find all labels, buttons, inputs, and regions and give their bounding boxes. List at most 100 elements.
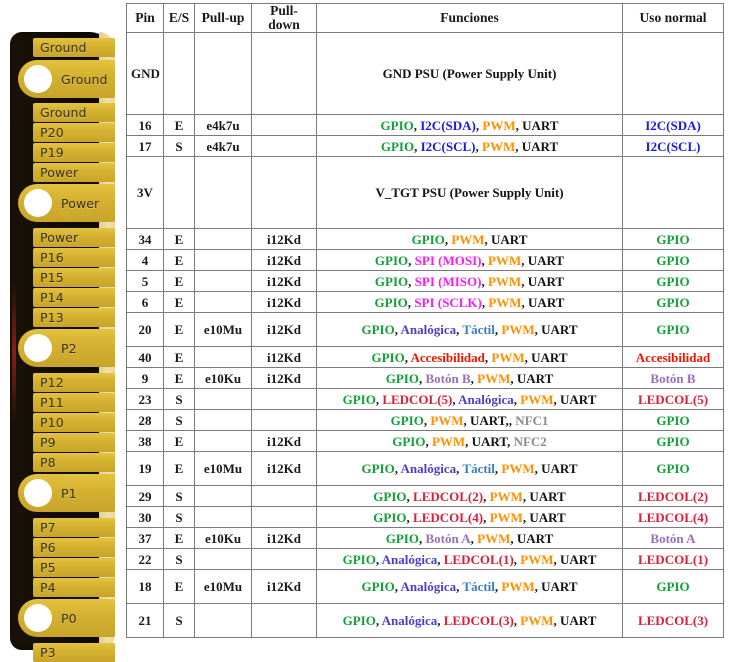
cell-es: E <box>163 228 195 251</box>
cell-pulldown <box>251 388 317 411</box>
funciones-token: SPI (SCLK) <box>414 294 482 310</box>
table-row: GND GND PSU (Power Supply Unit) <box>126 32 724 116</box>
cell-pullup <box>194 506 252 529</box>
cell-pullup: e10Mu <box>194 312 252 348</box>
cell-pulldown <box>251 603 317 639</box>
funciones-token: PWM <box>501 461 535 477</box>
cell-funciones: GPIO, Accesibilidad, PWM, UART <box>316 346 623 369</box>
funciones-token: Táctil <box>462 579 495 595</box>
cell-pin: 3V <box>126 156 164 230</box>
funciones-token: Analógica <box>381 613 438 629</box>
board-pad-p11: P11 <box>33 393 115 412</box>
funciones-token: GPIO <box>342 391 376 407</box>
table-row: 18 Ee10Mu i12Kd GPIO, Analógica, Táctil, PW… <box>126 569 724 605</box>
funciones-token: GPIO <box>390 412 424 428</box>
cell-funciones: GPIO, SPI (MOSI), PWM, UART <box>316 249 623 272</box>
table-row: 20 Ee10Mu i12Kd GPIO, Analógica, Táctil, PW… <box>126 312 724 348</box>
cell-pullup <box>194 249 252 272</box>
cell-uso-normal: GPIO <box>622 451 724 487</box>
board-pad-label: P8 <box>40 455 56 470</box>
cell-uso-normal: GPIO <box>622 270 724 293</box>
cell-pulldown <box>251 156 317 230</box>
cell-es: E <box>163 270 195 293</box>
cell-pullup: e10Mu <box>194 569 252 605</box>
board-pad-label: P14 <box>40 290 64 305</box>
cell-es: S <box>163 548 195 571</box>
cell-es: E <box>163 312 195 348</box>
board-pad-label: Ground <box>40 40 87 55</box>
cell-pullup <box>194 603 252 639</box>
board-pad-label: P11 <box>40 395 64 410</box>
cell-pullup <box>194 485 252 508</box>
cell-es: S <box>163 135 195 158</box>
funciones-token: V_TGT PSU (Power Supply Unit) <box>375 185 564 201</box>
cell-pullup <box>194 32 252 116</box>
board-pad-label: Power <box>40 165 79 180</box>
board-pad-label: P5 <box>40 560 56 575</box>
funciones-token: NFC1 <box>515 412 549 428</box>
board-pad-p2: P2 <box>18 329 115 367</box>
funciones-token: GPIO <box>342 613 376 629</box>
cell-pin: 19 <box>126 451 164 487</box>
funciones-token: UART <box>521 138 559 154</box>
board-pad-p5: P5 <box>33 558 115 577</box>
funciones-token: Táctil <box>462 461 495 477</box>
cell-pulldown: i12Kd <box>251 228 317 251</box>
funciones-token: GPIO <box>342 551 376 567</box>
funciones-token: Accesibilidad <box>410 349 485 365</box>
uso-token: I2C(SDA) <box>645 117 701 133</box>
table-row: 17 Se4k7u GPIO, I2C(SCL), PWM, UART I2C(SCL… <box>126 135 724 158</box>
cell-funciones: GPIO, Analógica, LEDCOL(1), PWM, UART <box>316 548 623 571</box>
cell-funciones: GPIO, I2C(SDA), PWM, UART <box>316 114 623 137</box>
funciones-token: LEDCOL(3) <box>443 613 514 629</box>
board-pad-label: P16 <box>40 250 64 265</box>
uso-token: Botón A <box>650 530 696 546</box>
cell-uso-normal: LEDCOL(4) <box>622 506 724 529</box>
cell-funciones: GPIO, LEDCOL(2), PWM, UART <box>316 485 623 508</box>
funciones-token: GPIO <box>411 231 445 247</box>
cell-pulldown <box>251 548 317 571</box>
board-pad-p1: P1 <box>18 474 115 512</box>
funciones-token: GPIO <box>361 461 395 477</box>
funciones-token: PWM <box>488 294 522 310</box>
table-row: 19 Ee10Mu i12Kd GPIO, Analógica, Táctil, PW… <box>126 451 724 487</box>
table-row: 29 S GPIO, LEDCOL(2), PWM, UART LEDCOL(2) <box>126 485 724 508</box>
cell-funciones: GPIO, LEDCOL(5), Analógica, PWM, UART <box>316 388 623 411</box>
table-row: 21 S GPIO, Analógica, LEDCOL(3), PWM, UART… <box>126 603 724 639</box>
funciones-token: PWM <box>489 488 523 504</box>
funciones-token: PWM <box>501 579 535 595</box>
funciones-token: UART, <box>470 412 509 428</box>
board-pad-p19: P19 <box>33 143 115 162</box>
cell-pin: 30 <box>126 506 164 529</box>
board-pad-label: P6 <box>40 540 56 555</box>
edge-connector-diagram: Ground Ground Ground P20 P19 Power Power Power P… <box>10 32 115 662</box>
table-row: 9 Ee10Ku i12Kd GPIO, Botón B, PWM, UART Botó… <box>126 367 724 390</box>
col-header-es: E/S <box>163 2 195 34</box>
board-pad-p16: P16 <box>33 248 115 267</box>
funciones-token: GPIO <box>361 579 395 595</box>
cell-funciones: GPIO, LEDCOL(4), PWM, UART <box>316 506 623 529</box>
cell-es: S <box>163 388 195 411</box>
funciones-token: UART <box>560 551 597 567</box>
board-pad-p4: P4 <box>33 578 115 597</box>
uso-token: GPIO <box>656 461 690 477</box>
table-row: 16 Ee4k7u GPIO, I2C(SDA), PWM, UART I2C(SDA… <box>126 114 724 137</box>
funciones-token: PWM <box>501 322 535 338</box>
cell-pulldown <box>251 506 317 529</box>
board-pad-ground: Ground <box>18 60 115 98</box>
cell-pulldown: i12Kd <box>251 346 317 369</box>
funciones-token: Analógica <box>400 322 457 338</box>
funciones-token: GND PSU (Power Supply Unit) <box>382 66 557 82</box>
cell-pullup <box>194 346 252 369</box>
cell-pin: 28 <box>126 409 164 432</box>
funciones-token: SPI (MISO) <box>414 273 482 289</box>
uso-token: GPIO <box>656 273 690 289</box>
cell-funciones: GPIO, SPI (SCLK), PWM, UART <box>316 291 623 314</box>
funciones-token: UART <box>529 488 566 504</box>
cell-pin: 5 <box>126 270 164 293</box>
cell-uso-normal: GPIO <box>622 569 724 605</box>
col-header-pullup: Pull-up <box>194 2 252 34</box>
board-pad-p3: P3 <box>33 643 115 662</box>
funciones-token: I2C(SCL) <box>420 138 476 154</box>
funciones-token: UART <box>560 613 597 629</box>
